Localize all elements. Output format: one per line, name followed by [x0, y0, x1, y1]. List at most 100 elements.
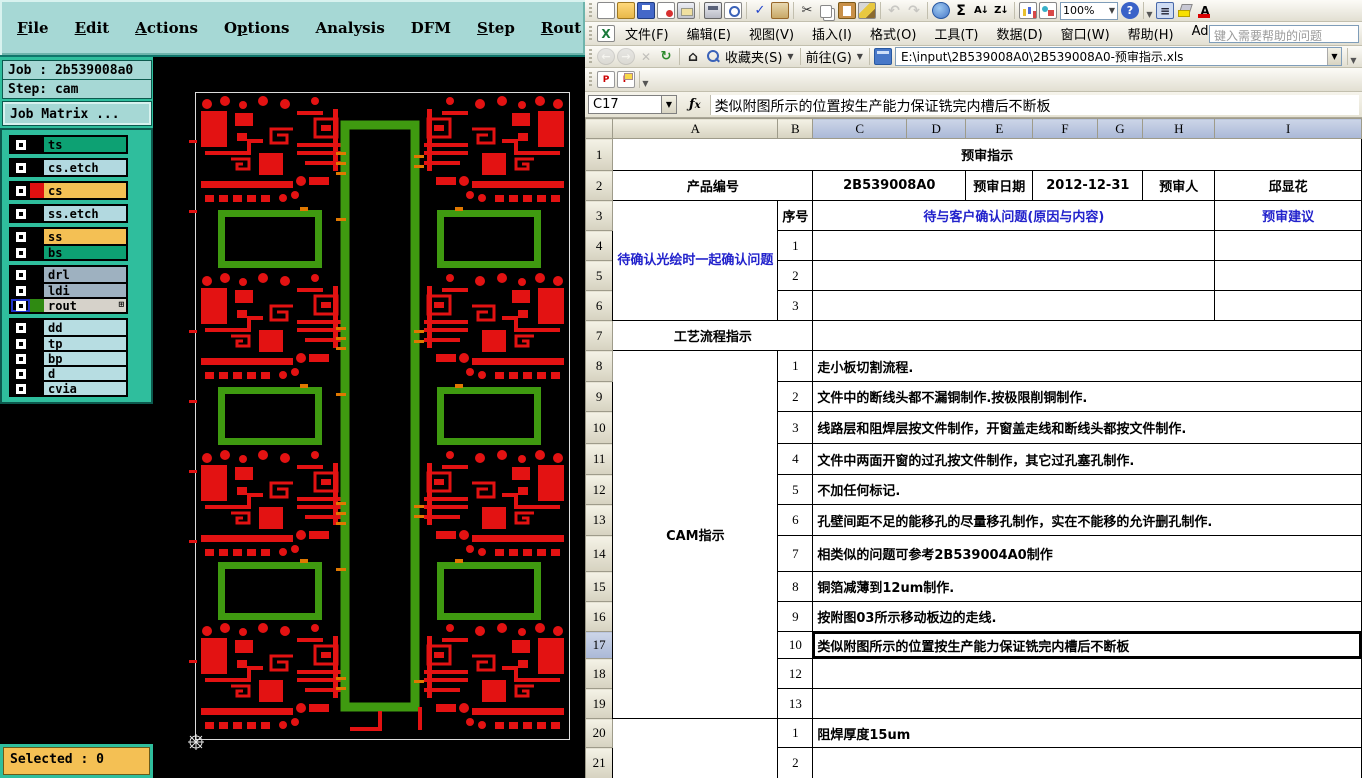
sortdesc-icon[interactable]: Z↓: [992, 2, 1010, 19]
toolbar-options-icon[interactable]: ▼: [639, 71, 651, 88]
menu-窗口(W)[interactable]: 窗口(W): [1052, 21, 1119, 46]
layer-checkbox-cvia[interactable]: [11, 382, 30, 395]
pdf-convert-icon[interactable]: P: [597, 71, 615, 88]
formula-input[interactable]: 类似附图所示的位置按生产能力保证铣完内槽后不断板: [709, 94, 1359, 115]
row-header-12[interactable]: 12: [585, 474, 614, 505]
column-header-D[interactable]: D: [906, 118, 967, 139]
layer-row-cvia[interactable]: cvia: [11, 380, 126, 396]
painter-icon[interactable]: [858, 2, 876, 19]
layer-color-swatch[interactable]: [30, 299, 44, 312]
cell[interactable]: 7: [777, 535, 814, 572]
cell[interactable]: 待确认光绘时一起确认问题: [612, 200, 779, 321]
open-icon[interactable]: [617, 2, 635, 19]
cell[interactable]: 阻焊厚度15um: [812, 718, 1362, 748]
menu-数据(D)[interactable]: 数据(D): [988, 21, 1052, 46]
sigma-icon[interactable]: Σ: [952, 2, 970, 19]
refresh-icon[interactable]: ↻: [657, 48, 675, 65]
go-dropdown-icon[interactable]: ▼: [854, 52, 866, 61]
cell[interactable]: 文件中的断线头都不漏铜制作.按极限削铜制作.: [812, 381, 1362, 412]
cell[interactable]: CAM指示: [612, 350, 779, 719]
layer-color-swatch[interactable]: [30, 284, 44, 297]
row-header-10[interactable]: 10: [585, 411, 614, 444]
layer-row-ss.etch[interactable]: ss.etch: [11, 206, 126, 221]
search-icon[interactable]: [704, 48, 722, 65]
address-combobox[interactable]: E:\input\2B539008A0\2B539008A0-预审指示.xls …: [894, 47, 1342, 66]
layer-checkbox-ts[interactable]: [11, 137, 30, 152]
name-box-dropdown-icon[interactable]: ▼: [662, 95, 677, 114]
cell[interactable]: [812, 747, 1362, 778]
cell[interactable]: 13: [777, 688, 814, 719]
menu-文件(F)[interactable]: 文件(F): [616, 21, 678, 46]
layer-checkbox-ss[interactable]: [11, 229, 30, 244]
row-header-2[interactable]: 2: [585, 170, 614, 201]
stop-icon[interactable]: ✕: [637, 48, 655, 65]
column-header-A[interactable]: A: [612, 118, 779, 139]
row-header-18[interactable]: 18: [585, 658, 614, 689]
cell[interactable]: [812, 658, 1362, 689]
cell[interactable]: 8: [777, 571, 814, 602]
menu-rout[interactable]: Rout: [541, 19, 581, 37]
layer-color-swatch[interactable]: [30, 352, 44, 365]
row-header-7[interactable]: 7: [585, 320, 614, 351]
cell[interactable]: 预审人: [1142, 170, 1216, 201]
layer-color-swatch[interactable]: [30, 337, 44, 350]
layer-checkbox-ss.etch[interactable]: [11, 206, 30, 221]
paste-icon[interactable]: [838, 2, 856, 19]
cell[interactable]: 2012-12-31: [1032, 170, 1144, 201]
cell[interactable]: 待与客户确认问题(原因与内容): [812, 200, 1216, 231]
favorites-menu[interactable]: 收藏夹(S): [723, 47, 784, 66]
row-header-4[interactable]: 4: [585, 230, 614, 261]
layer-row-ldi[interactable]: ldi: [11, 282, 126, 298]
cell[interactable]: 产品编号: [612, 170, 814, 201]
go-menu[interactable]: 前往(G): [804, 47, 854, 66]
menu-file[interactable]: File: [17, 19, 49, 37]
cell[interactable]: 2: [777, 381, 814, 412]
layer-row-bp[interactable]: bp: [11, 350, 126, 366]
column-header-B[interactable]: B: [777, 118, 814, 139]
cell[interactable]: 10: [777, 631, 814, 659]
row-header-1[interactable]: 1: [585, 138, 614, 171]
cell[interactable]: 铜箔减薄到12um制作.: [812, 571, 1362, 602]
layer-row-tp[interactable]: tp: [11, 335, 126, 351]
layer-color-swatch[interactable]: [30, 267, 44, 282]
row-header-17[interactable]: 17: [585, 631, 614, 659]
cell[interactable]: [612, 718, 779, 778]
cell[interactable]: 预审日期: [965, 170, 1034, 201]
menu-编辑(E)[interactable]: 编辑(E): [678, 21, 740, 46]
cut-icon[interactable]: ✂: [798, 2, 816, 19]
permission-icon[interactable]: [657, 2, 675, 19]
layer-row-bs[interactable]: bs: [11, 244, 126, 260]
row-header-11[interactable]: 11: [585, 443, 614, 475]
layer-color-swatch[interactable]: [30, 183, 44, 198]
hyperlink-icon[interactable]: [932, 2, 950, 19]
cell[interactable]: 相类似的问题可参考2B539004A0制作: [812, 535, 1362, 572]
layer-row-ss[interactable]: ss: [11, 229, 126, 244]
web-window-icon[interactable]: [873, 48, 892, 65]
cell[interactable]: 不加任何标记.: [812, 474, 1362, 505]
layer-color-swatch[interactable]: [30, 229, 44, 244]
cell[interactable]: [1214, 290, 1362, 321]
help-icon[interactable]: ?: [1121, 2, 1139, 19]
cell[interactable]: 5: [777, 474, 814, 505]
layer-checkbox-dd[interactable]: [11, 320, 30, 335]
pcb-canvas[interactable]: [153, 57, 585, 778]
help-question-box[interactable]: 键入需要帮助的问题: [1209, 25, 1359, 43]
layer-color-swatch[interactable]: [30, 382, 44, 395]
cell[interactable]: 类似附图所示的位置按生产能力保证铣完内槽后不断板: [812, 631, 1362, 659]
row-header-19[interactable]: 19: [585, 688, 614, 719]
menu-帮助(H)[interactable]: 帮助(H): [1119, 21, 1183, 46]
layer-checkbox-bp[interactable]: [11, 352, 30, 365]
row-header-6[interactable]: 6: [585, 290, 614, 321]
favorites-dropdown-icon[interactable]: ▼: [784, 52, 796, 61]
fontcolor-icon[interactable]: A: [1196, 2, 1214, 19]
cell[interactable]: 1: [777, 230, 814, 261]
layer-checkbox-drl[interactable]: [11, 267, 30, 282]
job-matrix-button[interactable]: Job Matrix ...: [2, 101, 152, 126]
cell[interactable]: [812, 320, 1362, 351]
cell[interactable]: [812, 230, 1216, 261]
undo-icon[interactable]: ↶: [885, 2, 903, 19]
layer-row-drl[interactable]: drl: [11, 267, 126, 282]
layer-color-swatch[interactable]: [30, 320, 44, 335]
cell[interactable]: [1214, 260, 1362, 291]
cell[interactable]: 6: [777, 504, 814, 536]
